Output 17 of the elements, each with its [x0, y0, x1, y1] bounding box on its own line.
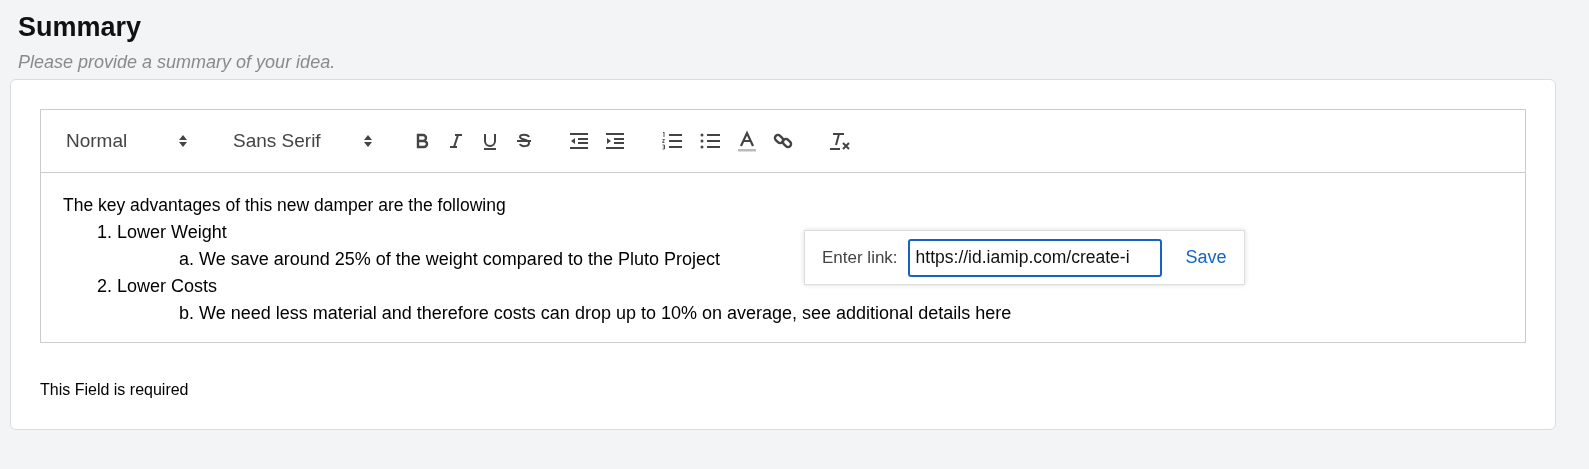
save-link[interactable]: Save — [1185, 247, 1227, 268]
section-hint: Please provide a summary of your idea. — [18, 52, 337, 73]
list-item-text: 1. Lower Weight — [97, 222, 227, 242]
list-item-text: b. We need less material and therefore costs can drop up to 10% on average, see additional details here — [179, 303, 1012, 323]
section-title: Summary — [18, 11, 143, 44]
format-picker[interactable]: Normal — [66, 127, 188, 155]
text-color-icon[interactable] — [737, 129, 757, 153]
list-item-text: a. We save around 25% of the weight compared to the Pluto Project — [179, 249, 720, 269]
list-item-text: 2. Lower Costs — [97, 276, 218, 296]
up-down-icon — [178, 134, 188, 148]
numbered-list-icon[interactable] — [661, 129, 683, 153]
up-down-icon — [363, 134, 373, 148]
paragraph-text: The key advantages of this new damper are the following — [63, 194, 507, 217]
format-picker[interactable]: Sans Serif — [233, 127, 373, 155]
link-label: Enter link: — [822, 247, 898, 268]
validation-message: This Field is required — [40, 381, 190, 399]
link-input-field[interactable]: https://id.iamip.com/create-i — [907, 238, 1162, 277]
